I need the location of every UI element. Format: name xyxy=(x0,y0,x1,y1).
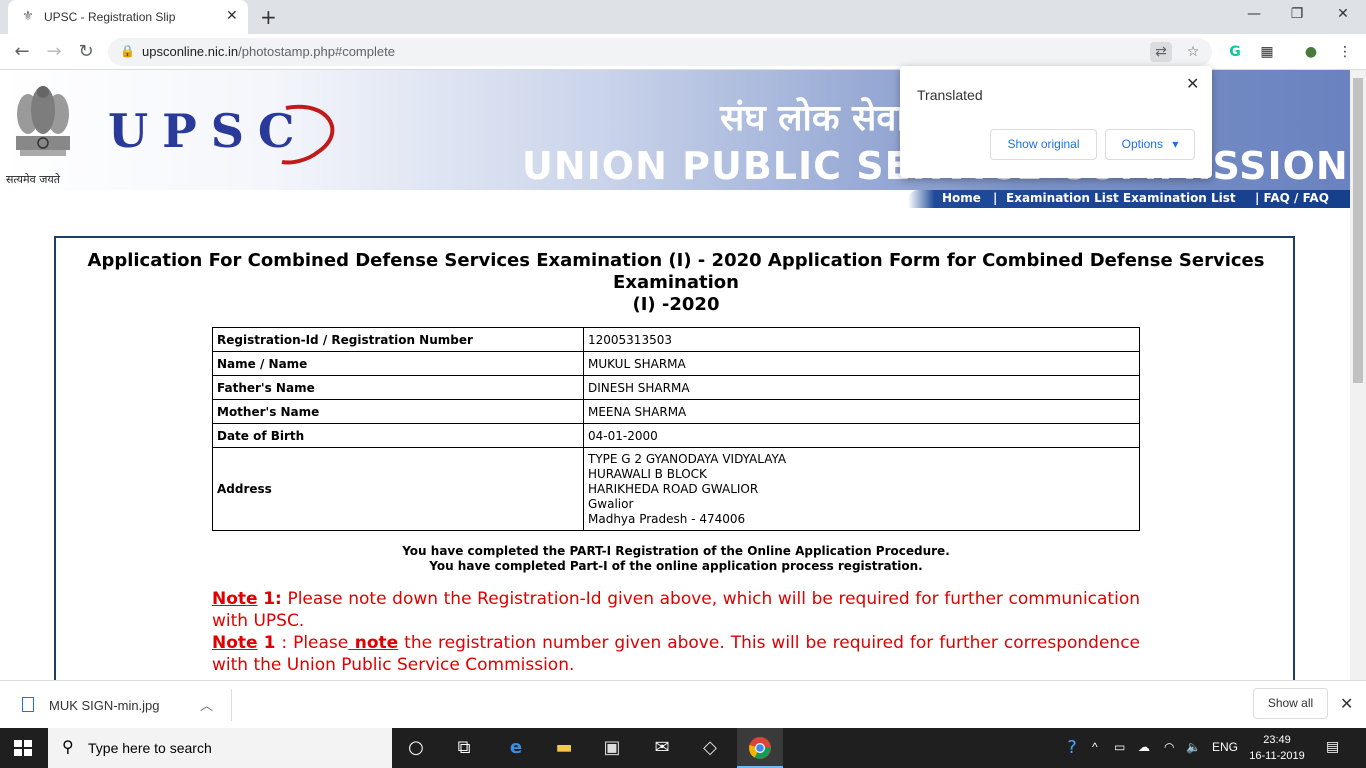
close-window-icon[interactable]: ✕ xyxy=(1333,6,1353,22)
table-row: Registration-Id / Registration Number 12… xyxy=(212,327,1140,352)
divider xyxy=(231,689,232,721)
chrome-icon xyxy=(749,737,771,759)
url-text[interactable]: upsconline.nic.in/photostamp.php#complet… xyxy=(142,44,395,59)
volume-icon[interactable]: 🔈 xyxy=(1186,740,1201,754)
back-icon[interactable]: ← xyxy=(10,41,34,62)
taskbar-search[interactable]: ⚲ Type here to search xyxy=(48,728,392,768)
cortana-icon[interactable]: ○ xyxy=(402,736,430,760)
show-all-button[interactable]: Show all xyxy=(1253,688,1328,719)
lock-icon: 🔒 xyxy=(120,44,135,58)
minimize-icon[interactable]: — xyxy=(1244,6,1264,22)
scrollbar-thumb[interactable] xyxy=(1353,78,1363,383)
profile-avatar[interactable]: ● xyxy=(1300,42,1322,62)
browser-tab[interactable]: ⚜ UPSC - Registration Slip ✕ xyxy=(8,0,248,34)
bookmark-star-icon[interactable]: ☆ xyxy=(1182,42,1204,62)
edge-icon[interactable]: e xyxy=(502,736,530,760)
emblem-favicon-icon: ⚜ xyxy=(22,9,34,24)
forward-icon[interactable]: → xyxy=(42,41,66,62)
download-shelf: MUK SIGN-min.jpg ︿ Show all ✕ xyxy=(0,680,1366,728)
page-scrollbar[interactable] xyxy=(1350,70,1366,680)
windows-start-icon[interactable] xyxy=(14,740,32,756)
image-file-icon xyxy=(22,697,34,712)
top-nav: Home | Examination List Examination List… xyxy=(908,190,1350,208)
mother-name-value: MEENA SHARMA xyxy=(583,399,1140,424)
translate-popup: Translated ✕ Show original Options ▾ xyxy=(900,66,1212,178)
translate-icon[interactable]: ⇄ xyxy=(1150,42,1172,62)
windows-taskbar: ⚲ Type here to search ○ ⧉ e ▬ ▣ ✉ ◇ ? ^ … xyxy=(0,728,1366,768)
notifications-icon[interactable]: ▤ xyxy=(1326,738,1339,755)
table-row: Mother's Name MEENA SHARMA xyxy=(212,399,1140,424)
registration-table: Registration-Id / Registration Number 12… xyxy=(212,327,1140,531)
table-row: Address TYPE G 2 GYANODAYA VIDYALAYA HUR… xyxy=(212,447,1140,531)
address-value: TYPE G 2 GYANODAYA VIDYALAYA HURAWALI B … xyxy=(583,447,1140,531)
translate-popup-title: Translated xyxy=(917,87,983,103)
note-1: Note 1: Please note down the Registratio… xyxy=(212,589,1140,631)
file-explorer-icon[interactable]: ▬ xyxy=(550,736,578,760)
language-indicator[interactable]: ENG xyxy=(1212,740,1238,754)
download-file-name[interactable]: MUK SIGN-min.jpg xyxy=(49,698,160,713)
field-label: Name / Name xyxy=(212,351,584,376)
search-placeholder: Type here to search xyxy=(88,740,212,756)
chevron-down-icon: ▾ xyxy=(1172,137,1179,151)
field-label: Mother's Name xyxy=(212,399,584,424)
browser-toolbar: ← → ↻ 🔒 upsconline.nic.in/photostamp.php… xyxy=(0,34,1366,70)
wifi-icon[interactable]: ◠ xyxy=(1164,740,1174,754)
battery-icon[interactable]: ▭ xyxy=(1114,740,1125,754)
qr-code-icon[interactable]: ▦ xyxy=(1256,42,1278,62)
table-row: Father's Name DINESH SHARMA xyxy=(212,375,1140,400)
new-tab-icon[interactable]: + xyxy=(260,5,277,29)
nav-home-link[interactable]: Home xyxy=(942,191,981,205)
page-title: Application For Combined Defense Service… xyxy=(87,250,1265,315)
nav-exam-list-link[interactable]: Examination List Examination List xyxy=(1006,191,1236,205)
close-icon[interactable]: ✕ xyxy=(1186,74,1199,93)
dropbox-icon[interactable]: ◇ xyxy=(696,736,724,760)
dob-value: 04-01-2000 xyxy=(583,423,1140,448)
tab-title: UPSC - Registration Slip xyxy=(44,10,176,24)
show-original-button[interactable]: Show original xyxy=(990,129,1097,160)
name-value: MUKUL SHARMA xyxy=(583,351,1140,376)
father-name-value: DINESH SHARMA xyxy=(583,375,1140,400)
grammarly-icon[interactable]: G xyxy=(1224,42,1246,62)
field-label: Date of Birth xyxy=(212,423,584,448)
search-icon: ⚲ xyxy=(62,737,74,756)
field-label: Father's Name xyxy=(212,375,584,400)
address-bar[interactable]: 🔒 upsconline.nic.in/photostamp.php#compl… xyxy=(108,38,1212,66)
task-view-icon[interactable]: ⧉ xyxy=(450,736,478,760)
national-emblem-icon xyxy=(16,86,70,156)
tab-close-icon[interactable]: ✕ xyxy=(226,8,238,24)
system-clock[interactable]: 23:49 16-11-2019 xyxy=(1248,732,1306,764)
help-icon[interactable]: ? xyxy=(1058,736,1086,760)
field-label: Registration-Id / Registration Number xyxy=(212,327,584,352)
nav-faq-link[interactable]: | FAQ / FAQ xyxy=(1255,191,1329,205)
field-label: Address xyxy=(212,447,584,531)
options-button[interactable]: Options ▾ xyxy=(1105,129,1195,160)
menu-icon[interactable]: ⋮ xyxy=(1334,42,1356,62)
reload-icon[interactable]: ↻ xyxy=(74,41,98,62)
nav-separator: | xyxy=(993,191,998,205)
chrome-taskbar-button[interactable] xyxy=(737,728,783,768)
table-row: Name / Name MUKUL SHARMA xyxy=(212,351,1140,376)
table-row: Date of Birth 04-01-2000 xyxy=(212,423,1140,448)
completion-message: You have completed the PART-I Registrati… xyxy=(402,544,950,573)
mail-icon[interactable]: ✉ xyxy=(648,736,676,760)
close-icon[interactable]: ✕ xyxy=(1340,694,1353,713)
registration-id-value: 12005313503 xyxy=(583,327,1140,352)
emblem-motto: सत्यमेव जयते xyxy=(6,173,61,186)
logo-swoosh-icon xyxy=(281,104,335,165)
network-icon[interactable]: ☁ xyxy=(1138,740,1150,754)
chevron-up-icon[interactable]: ︿ xyxy=(200,695,213,714)
chevron-up-icon[interactable]: ^ xyxy=(1092,740,1098,754)
note-2: Note 1 : Please note the registration nu… xyxy=(212,633,1141,675)
tab-strip: ⚜ UPSC - Registration Slip ✕ + — ❐ ✕ xyxy=(0,0,1366,34)
store-icon[interactable]: ▣ xyxy=(598,736,626,760)
restore-icon[interactable]: ❐ xyxy=(1287,6,1307,22)
registration-slip-box: Application For Combined Defense Service… xyxy=(54,236,1295,680)
